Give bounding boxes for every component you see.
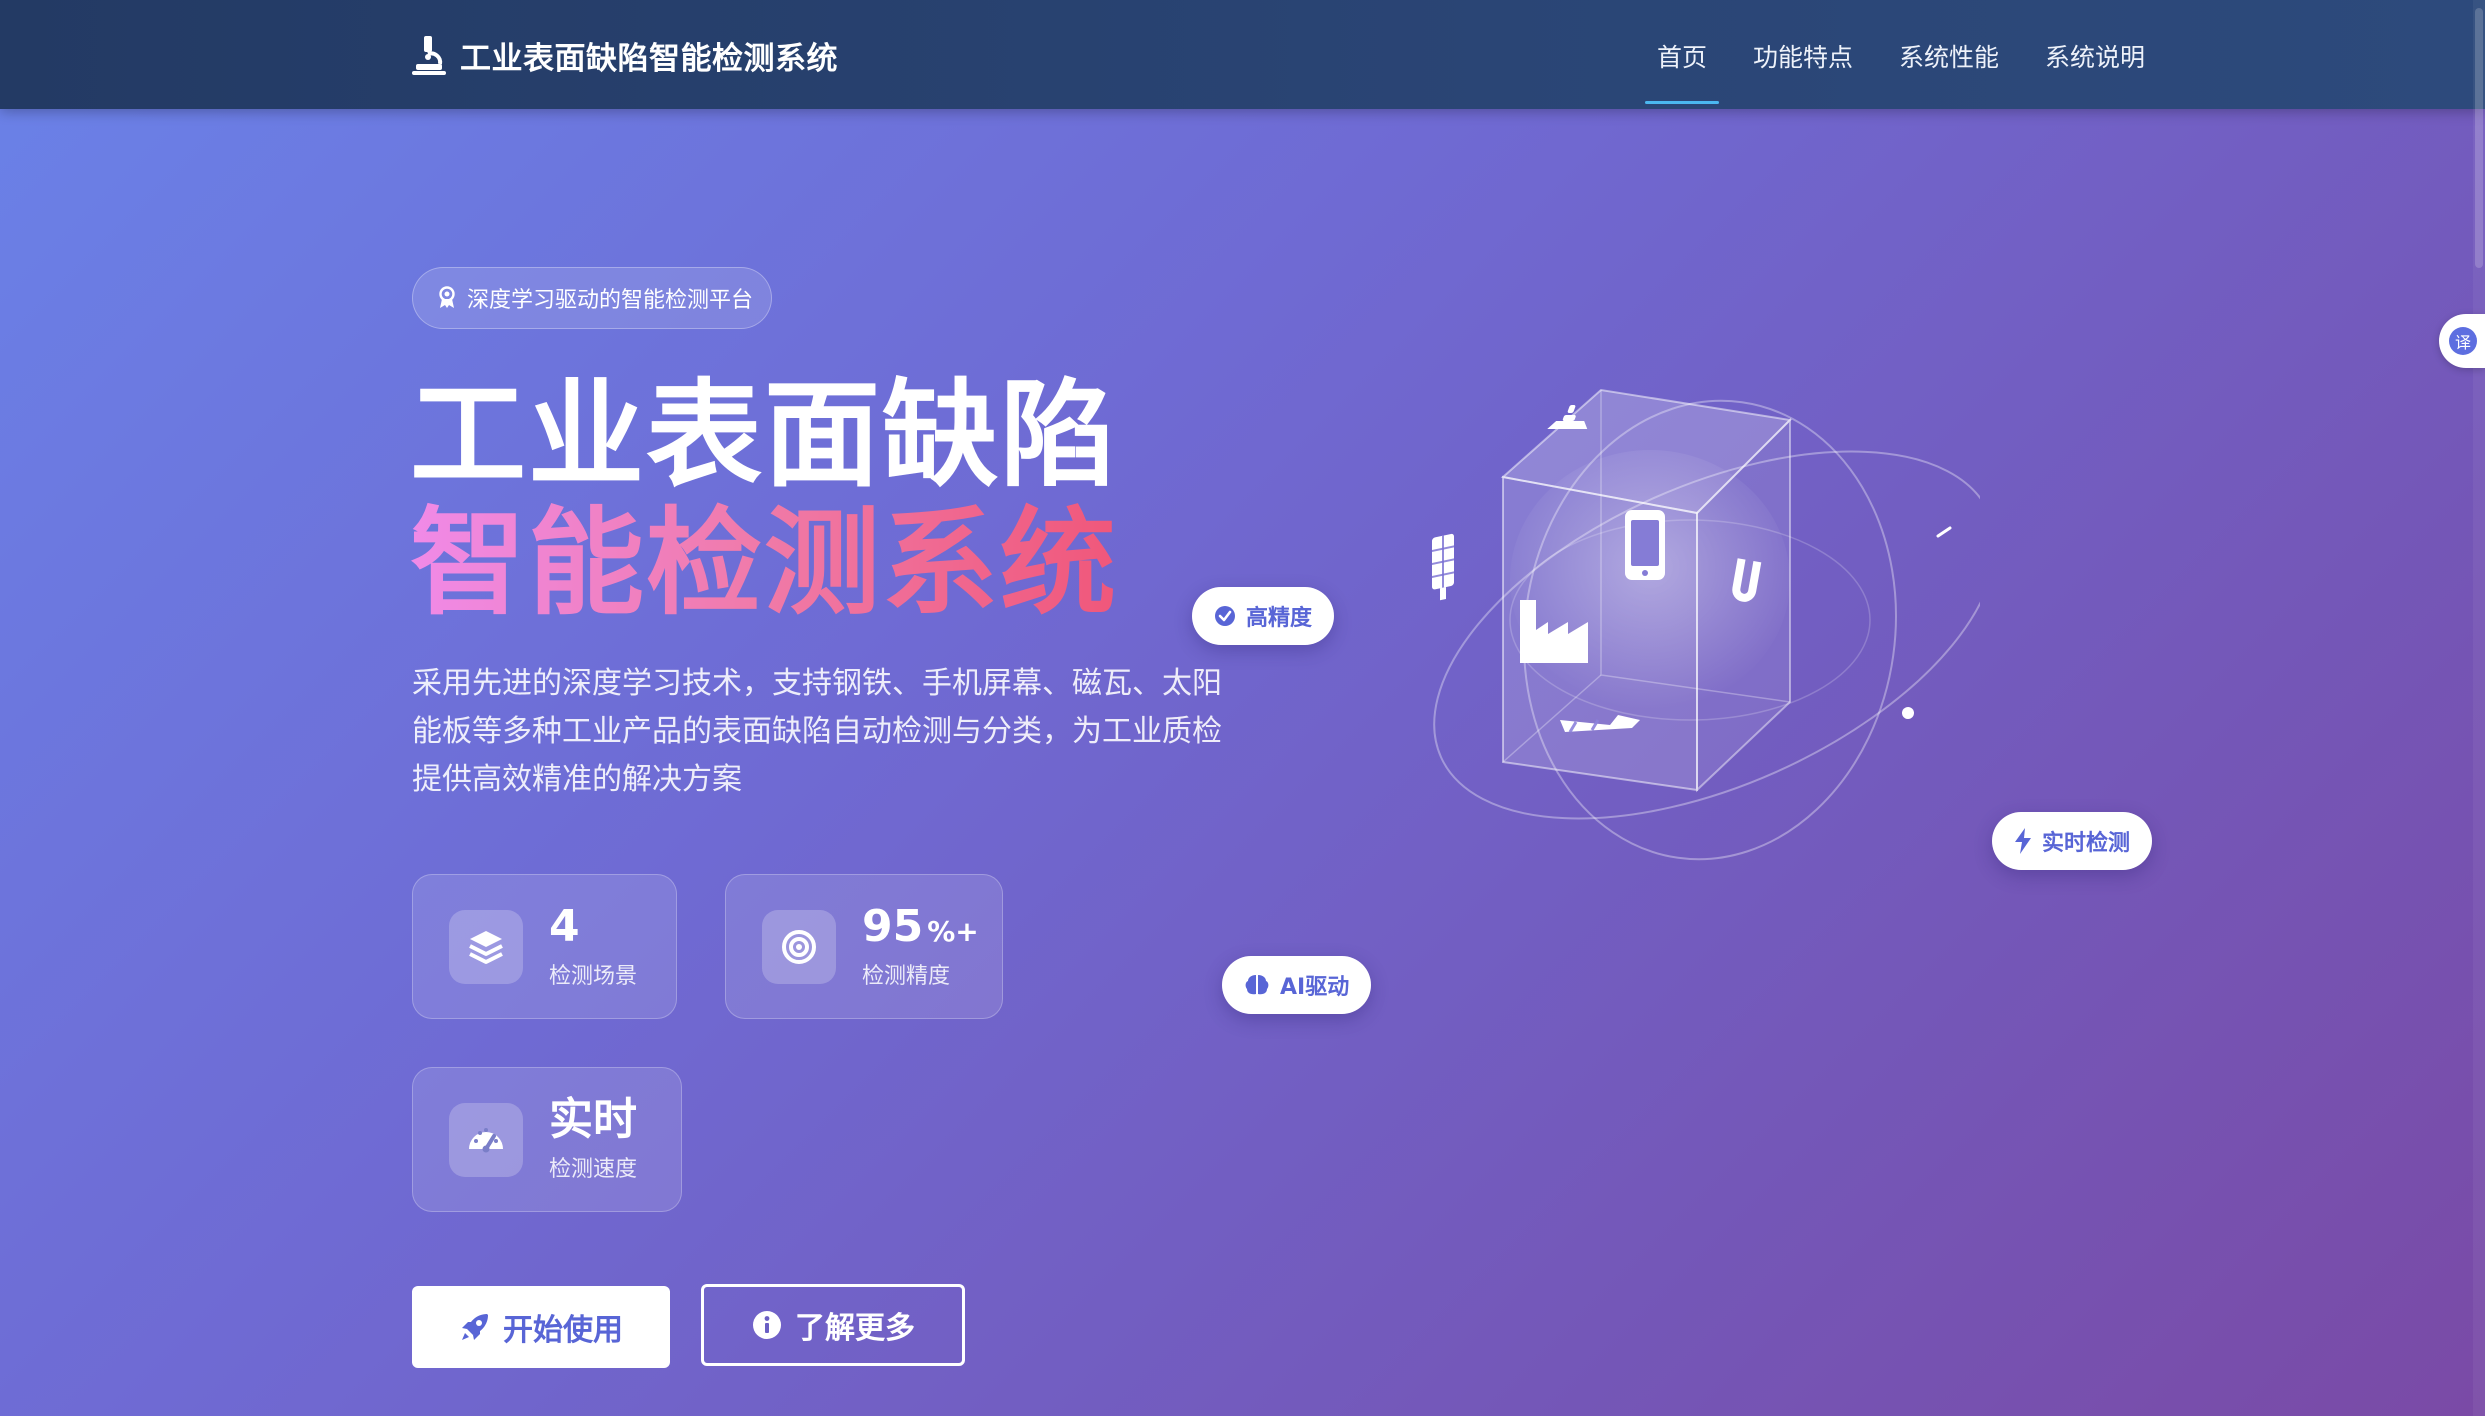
nav-docs[interactable]: 系统说明 [2033,32,2157,80]
accuracy-pill-label: 高精度 [1246,606,1313,631]
layers-icon [449,909,523,984]
nav-performance[interactable]: 系统性能 [1887,32,2011,80]
ai-pill-label: AI驱动 [1280,975,1350,1000]
microscope-icon [412,36,446,75]
target-icon [762,909,836,984]
ai-pill: AI驱动 [1222,956,1372,1014]
check-circle-icon [1215,606,1235,626]
learn-more-label: 了解更多 [795,1311,915,1346]
stat-value: 实时 [549,1094,637,1146]
brand-title: 工业表面缺陷智能检测系统 [460,40,838,77]
rocket-icon [462,1314,488,1340]
main-nav: 首页 功能特点 系统性能 系统说明 [1645,32,2157,104]
nav-features[interactable]: 功能特点 [1741,32,1865,80]
stat-card-speed: 实时 检测速度 [412,1067,682,1212]
realtime-pill-label: 实时检测 [2042,831,2131,856]
stat-card-scenes: 4 检测场景 [412,874,677,1019]
translate-icon: 译 [2449,327,2477,355]
navbar: 工业表面缺陷智能检测系统 首页 功能特点 系统性能 系统说明 [0,0,2485,109]
start-button-label: 开始使用 [503,1313,623,1348]
stat-value: 4 [549,901,580,953]
brand[interactable]: 工业表面缺陷智能检测系统 [410,30,838,80]
translate-button[interactable]: 译 [2439,314,2485,368]
info-icon [753,1311,781,1339]
bolt-icon [2015,828,2031,854]
scrollbar-thumb[interactable] [2475,8,2483,268]
stat-label: 检测场景 [549,963,638,989]
stat-value: 95 %+ [862,901,979,953]
badge-text: 深度学习驱动的智能检测平台 [467,288,754,313]
brain-icon [1245,975,1269,995]
orbit-dot [1902,707,1914,719]
nav-home[interactable]: 首页 [1645,32,1720,104]
stat-card-accuracy: 95 %+ 检测精度 [725,874,1003,1019]
learn-more-button[interactable]: 了解更多 [701,1284,965,1366]
start-button[interactable]: 开始使用 [412,1286,670,1368]
scrollbar[interactable] [2473,0,2485,1416]
award-icon [439,286,455,308]
hero-subtitle: 采用先进的深度学习技术，支持钢铁、手机屏幕、磁瓦、太阳能板等多种工业产品的表面缺… [412,666,1222,797]
solar-panel-icon [1432,533,1454,601]
accuracy-pill: 高精度 [1192,587,1335,645]
hero-title-line2: 智能检测系统 [410,496,1118,631]
cube-illustration [1432,388,1980,861]
speedometer-icon [449,1102,523,1177]
hero-badge: 深度学习驱动的智能检测平台 [412,267,772,329]
hero-title-line1: 工业表面缺陷 [410,368,1118,503]
stat-label: 检测速度 [549,1156,638,1182]
phone-icon [1625,510,1665,580]
orbit-streak [1936,526,1952,538]
stat-label: 检测精度 [862,963,951,989]
realtime-pill: 实时检测 [1992,812,2153,870]
